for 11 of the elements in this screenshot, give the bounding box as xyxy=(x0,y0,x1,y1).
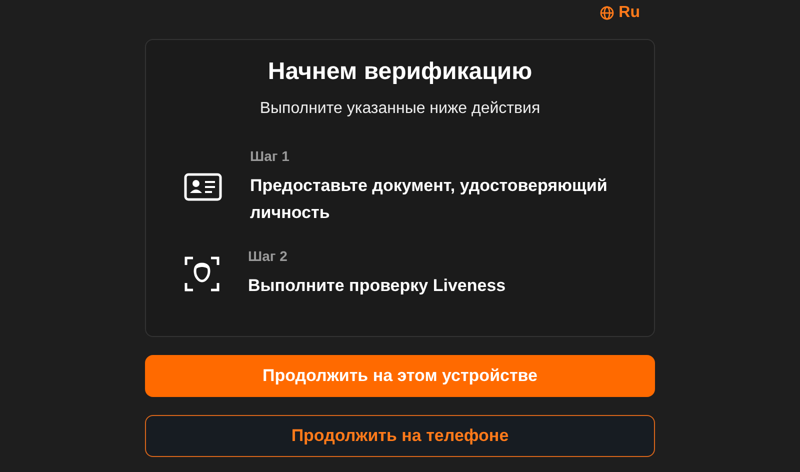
continue-phone-button[interactable]: Продолжить на телефоне xyxy=(145,415,655,457)
globe-icon xyxy=(600,6,614,20)
card-title: Начнем верификацию xyxy=(266,58,534,86)
card-subtitle: Выполните указанные ниже действия xyxy=(258,100,542,118)
step-label: Шаг 1 xyxy=(250,148,290,164)
id-card-icon xyxy=(184,173,222,201)
step-label: Шаг 2 xyxy=(248,248,288,264)
step-description: Предоставьте документ, удостоверяющий личность xyxy=(250,175,608,224)
language-link[interactable]: Ru xyxy=(600,4,640,22)
face-scan-icon xyxy=(184,256,220,292)
step-description: Выполните проверку Liveness xyxy=(248,275,506,297)
